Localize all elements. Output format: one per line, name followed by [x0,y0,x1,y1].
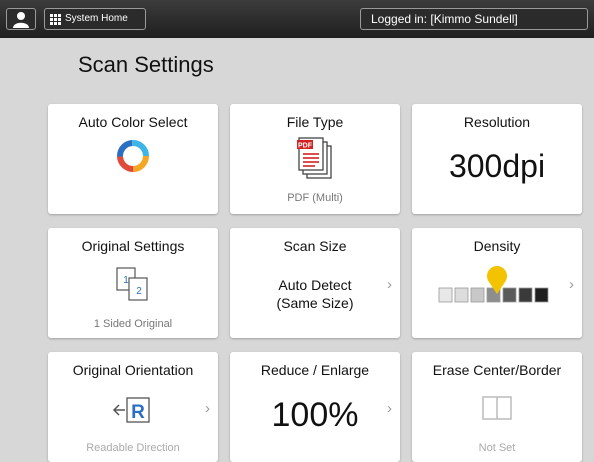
page-two-label: 2 [136,286,142,297]
original-orientation-tile[interactable]: Original Orientation R › Readable Direct… [48,352,218,462]
density-level-cell[interactable] [470,287,485,303]
file-type-value: PDF (Multi) [287,192,343,204]
scan-size-value-line1: Auto Detect [278,277,352,293]
erase-center-border-value: Not Set [478,442,516,454]
density-slider[interactable] [438,260,556,310]
file-type-tile[interactable]: File Type PDF PDF (Multi) [230,104,400,214]
density-level-cell[interactable] [518,287,533,303]
original-settings-tile[interactable]: Original Settings 1 2 1 Sided Original [48,228,218,338]
density-title: Density [473,238,521,254]
auto-color-select-tile[interactable]: Auto Color Select [48,104,218,214]
page-title: Scan Settings [78,52,214,77]
login-status[interactable]: Logged in: [Kimmo Sundell] [360,8,588,30]
user-icon[interactable] [6,8,36,30]
density-level-cell[interactable] [454,287,469,303]
file-type-title: File Type [286,114,344,130]
app-grid-icon [50,14,61,25]
original-settings-value: 1 Sided Original [93,318,173,330]
reduce-enlarge-value: 100% [271,396,359,434]
chevron-right-icon: › [569,276,574,293]
scan-size-value-line2: (Same Size) [276,295,354,311]
erase-border-icon [482,396,512,420]
resolution-tile[interactable]: Resolution 300dpi [412,104,582,214]
density-level-cell[interactable] [534,287,549,303]
chevron-right-icon: › [387,400,392,417]
pdf-icon-text: PDF [298,143,313,150]
density-level-cell[interactable] [502,287,517,303]
one-sided-original-icon: 1 2 [116,267,148,301]
chevron-right-icon: › [387,276,392,293]
erase-center-border-title: Erase Center/Border [432,362,562,378]
reduce-enlarge-title: Reduce / Enlarge [260,362,370,378]
resolution-title: Resolution [463,114,531,130]
chevron-right-icon: › [205,400,210,417]
resolution-value: 300dpi [448,148,546,184]
orientation-letter: R [131,402,145,423]
system-home-label: System Home [65,13,128,24]
reduce-enlarge-tile[interactable]: Reduce / Enlarge 100% › [230,352,400,462]
page-one-label: 1 [123,275,129,286]
auto-color-icon [117,140,149,172]
original-orientation-value: Readable Direction [86,442,180,454]
auto-color-select-title: Auto Color Select [78,114,188,130]
original-settings-title: Original Settings [81,238,185,254]
density-level-cell[interactable] [438,287,453,303]
scan-size-tile[interactable]: Scan Size Auto Detect (Same Size) › [230,228,400,338]
pdf-file-icon: PDF [297,137,332,179]
readable-direction-icon: R [112,397,150,423]
system-home-button[interactable]: System Home [44,8,146,30]
density-tile[interactable]: Density › [412,228,582,338]
original-orientation-title: Original Orientation [72,362,194,378]
top-bar: System Home Logged in: [Kimmo Sundell] [0,0,594,38]
scan-size-title: Scan Size [283,238,347,254]
erase-center-border-tile[interactable]: Erase Center/Border Not Set [412,352,582,462]
